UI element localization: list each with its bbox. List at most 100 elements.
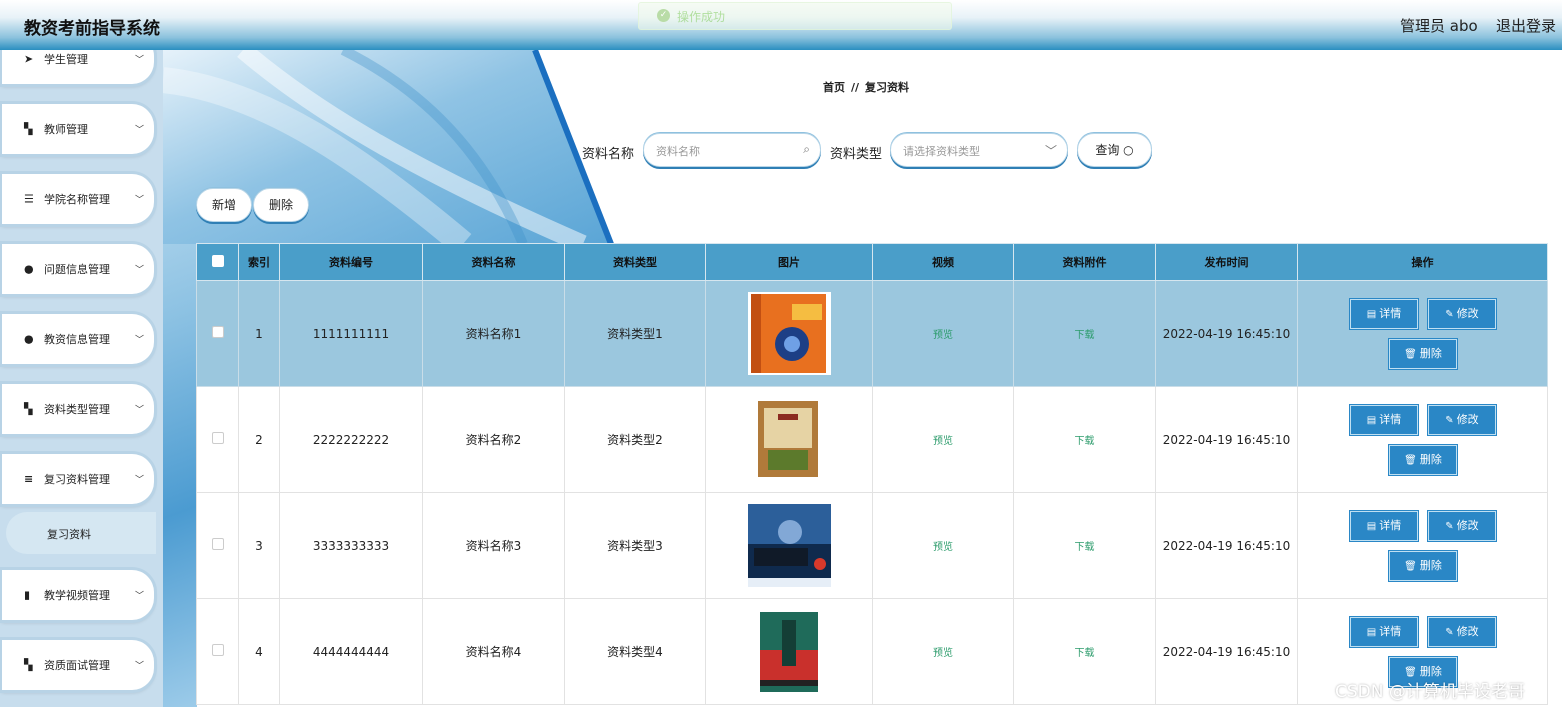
cell-image <box>705 598 873 705</box>
submenu-item-review-material[interactable]: 复习资料 <box>6 512 156 554</box>
cell-image <box>705 492 873 599</box>
cell-index: 2 <box>238 386 280 493</box>
cell-name: 资料名称1 <box>422 280 565 387</box>
download-link[interactable]: 下载 <box>1075 436 1095 447</box>
cell-type: 资料类型4 <box>564 598 706 705</box>
pencil-icon: ✎ <box>1445 627 1454 638</box>
cell-type: 资料类型2 <box>564 386 706 493</box>
user-icon: ● <box>24 332 34 346</box>
chevron-down-icon: ﹀ <box>134 475 144 486</box>
sidebar-item-label: 学生管理 <box>44 53 88 66</box>
sidebar-item-review-material[interactable]: ≡ 复习资料管理 ﹀ <box>2 454 154 504</box>
cell-image <box>705 386 873 493</box>
sidebar-item-label: 资质面试管理 <box>44 659 110 672</box>
batch-delete-button[interactable]: 删除 <box>253 188 309 222</box>
cell-index: 4 <box>238 598 280 705</box>
cell-attachment[interactable]: 下载 <box>1013 492 1156 599</box>
column-header: 图片 <box>705 243 873 281</box>
cell-attachment[interactable]: 下载 <box>1013 598 1156 705</box>
delete-button[interactable]: 🗑 删除 <box>1389 339 1457 369</box>
search-icon: ⌕ <box>803 142 810 156</box>
detail-button[interactable]: ▤ 详情 <box>1350 511 1418 541</box>
chevron-down-icon: ﹀ <box>134 55 144 66</box>
type-select-placeholder: 请选择资料类型 <box>903 145 980 158</box>
select-all-checkbox[interactable] <box>196 243 239 281</box>
breadcrumb-home[interactable]: 首页 <box>823 81 845 94</box>
pencil-icon: ✎ <box>1445 521 1454 532</box>
sidebar-item-interview[interactable]: ▚ 资质面试管理 ﹀ <box>2 640 154 690</box>
preview-link[interactable]: 预览 <box>933 542 953 553</box>
column-header: 操作 <box>1297 243 1548 281</box>
table-row[interactable]: 1 1111111111 资料名称1 资料类型1 预览 下载 2022-04-1… <box>196 280 1548 387</box>
edit-button[interactable]: ✎ 修改 <box>1428 511 1496 541</box>
cell-code: 2222222222 <box>279 386 423 493</box>
download-link[interactable]: 下载 <box>1075 648 1095 659</box>
sidebar-item-teacher[interactable]: ▚ 教师管理 ﹀ <box>2 104 154 154</box>
query-button[interactable]: 查询 ○ <box>1077 133 1152 167</box>
success-toast: ✓ 操作成功 <box>638 2 952 30</box>
preview-link[interactable]: 预览 <box>933 436 953 447</box>
cell-video-preview[interactable]: 预览 <box>872 598 1014 705</box>
row-checkbox[interactable] <box>196 280 239 387</box>
sidebar-item-label: 复习资料管理 <box>44 473 110 486</box>
cell-name: 资料名称3 <box>422 492 565 599</box>
material-table: 索引 资料编号 资料名称 资料类型 图片 视频 资料附件 发布时间 操作 1 1… <box>196 243 1548 705</box>
preview-link[interactable]: 预览 <box>933 648 953 659</box>
cell-operations: ▤ 详情 ✎ 修改 🗑 删除 <box>1297 386 1548 493</box>
column-header: 资料名称 <box>422 243 565 281</box>
detail-button[interactable]: ▤ 详情 <box>1350 299 1418 329</box>
breadcrumb-current: 复习资料 <box>865 81 910 94</box>
edit-button[interactable]: ✎ 修改 <box>1428 299 1496 329</box>
preview-link[interactable]: 预览 <box>933 330 953 341</box>
name-search-placeholder: 资料名称 <box>656 145 700 158</box>
row-checkbox[interactable] <box>196 598 239 705</box>
edit-button[interactable]: ✎ 修改 <box>1428 405 1496 435</box>
column-header: 资料编号 <box>279 243 423 281</box>
download-link[interactable]: 下载 <box>1075 542 1095 553</box>
cell-video-preview[interactable]: 预览 <box>872 280 1014 387</box>
sidebar-item-label: 教资信息管理 <box>44 333 110 346</box>
grid-icon: ▚ <box>24 122 33 136</box>
sidebar-item-student[interactable]: ➤ 学生管理 ﹀ <box>2 50 154 84</box>
cell-attachment[interactable]: 下载 <box>1013 280 1156 387</box>
add-button[interactable]: 新增 <box>196 188 252 222</box>
name-filter-label: 资料名称 <box>582 147 635 162</box>
table-row[interactable]: 2 2222222222 资料名称2 资料类型2 预览 下载 2022-04-1… <box>196 386 1548 493</box>
sidebar-item-qualification[interactable]: ● 教资信息管理 ﹀ <box>2 314 154 364</box>
toast-message: 操作成功 <box>677 10 726 24</box>
detail-button[interactable]: ▤ 详情 <box>1350 617 1418 647</box>
cell-name: 资料名称2 <box>422 386 565 493</box>
logout-link[interactable]: 退出登录 <box>1496 15 1556 36</box>
column-header: 索引 <box>238 243 280 281</box>
sidebar-item-label: 教学视频管理 <box>44 589 110 602</box>
chevron-down-icon: ﹀ <box>134 661 144 672</box>
chevron-down-icon: ﹀ <box>134 335 144 346</box>
book-cover-image <box>747 610 831 693</box>
breadcrumb: 首页 // 复习资料 <box>823 79 909 95</box>
cell-attachment[interactable]: 下载 <box>1013 386 1156 493</box>
table-row[interactable]: 3 3333333333 资料名称3 资料类型3 预览 下载 2022-04-1… <box>196 492 1548 599</box>
delete-button[interactable]: 🗑 删除 <box>1389 551 1457 581</box>
cell-publish-time: 2022-04-19 16:45:10 <box>1155 598 1298 705</box>
row-checkbox[interactable] <box>196 386 239 493</box>
cell-index: 1 <box>238 280 280 387</box>
cell-code: 3333333333 <box>279 492 423 599</box>
download-link[interactable]: 下载 <box>1075 330 1095 341</box>
cell-publish-time: 2022-04-19 16:45:10 <box>1155 280 1298 387</box>
sidebar-item-material-type[interactable]: ▚ 资料类型管理 ﹀ <box>2 384 154 434</box>
sidebar-item-question[interactable]: ● 问题信息管理 ﹀ <box>2 244 154 294</box>
grid-icon: ▚ <box>24 402 33 416</box>
cell-video-preview[interactable]: 预览 <box>872 492 1014 599</box>
chevron-down-icon: ﹀ <box>134 405 144 416</box>
type-select[interactable]: 请选择资料类型 ﹀ <box>890 133 1068 167</box>
row-checkbox[interactable] <box>196 492 239 599</box>
cell-type: 资料类型3 <box>564 492 706 599</box>
edit-button[interactable]: ✎ 修改 <box>1428 617 1496 647</box>
delete-button[interactable]: 🗑 删除 <box>1389 445 1457 475</box>
cell-publish-time: 2022-04-19 16:45:10 <box>1155 492 1298 599</box>
cell-video-preview[interactable]: 预览 <box>872 386 1014 493</box>
sidebar-item-video[interactable]: ▮ 教学视频管理 ﹀ <box>2 570 154 620</box>
sidebar-item-college[interactable]: ☰ 学院名称管理 ﹀ <box>2 174 154 224</box>
detail-button[interactable]: ▤ 详情 <box>1350 405 1418 435</box>
name-search-input[interactable]: 资料名称 ⌕ <box>643 133 821 167</box>
